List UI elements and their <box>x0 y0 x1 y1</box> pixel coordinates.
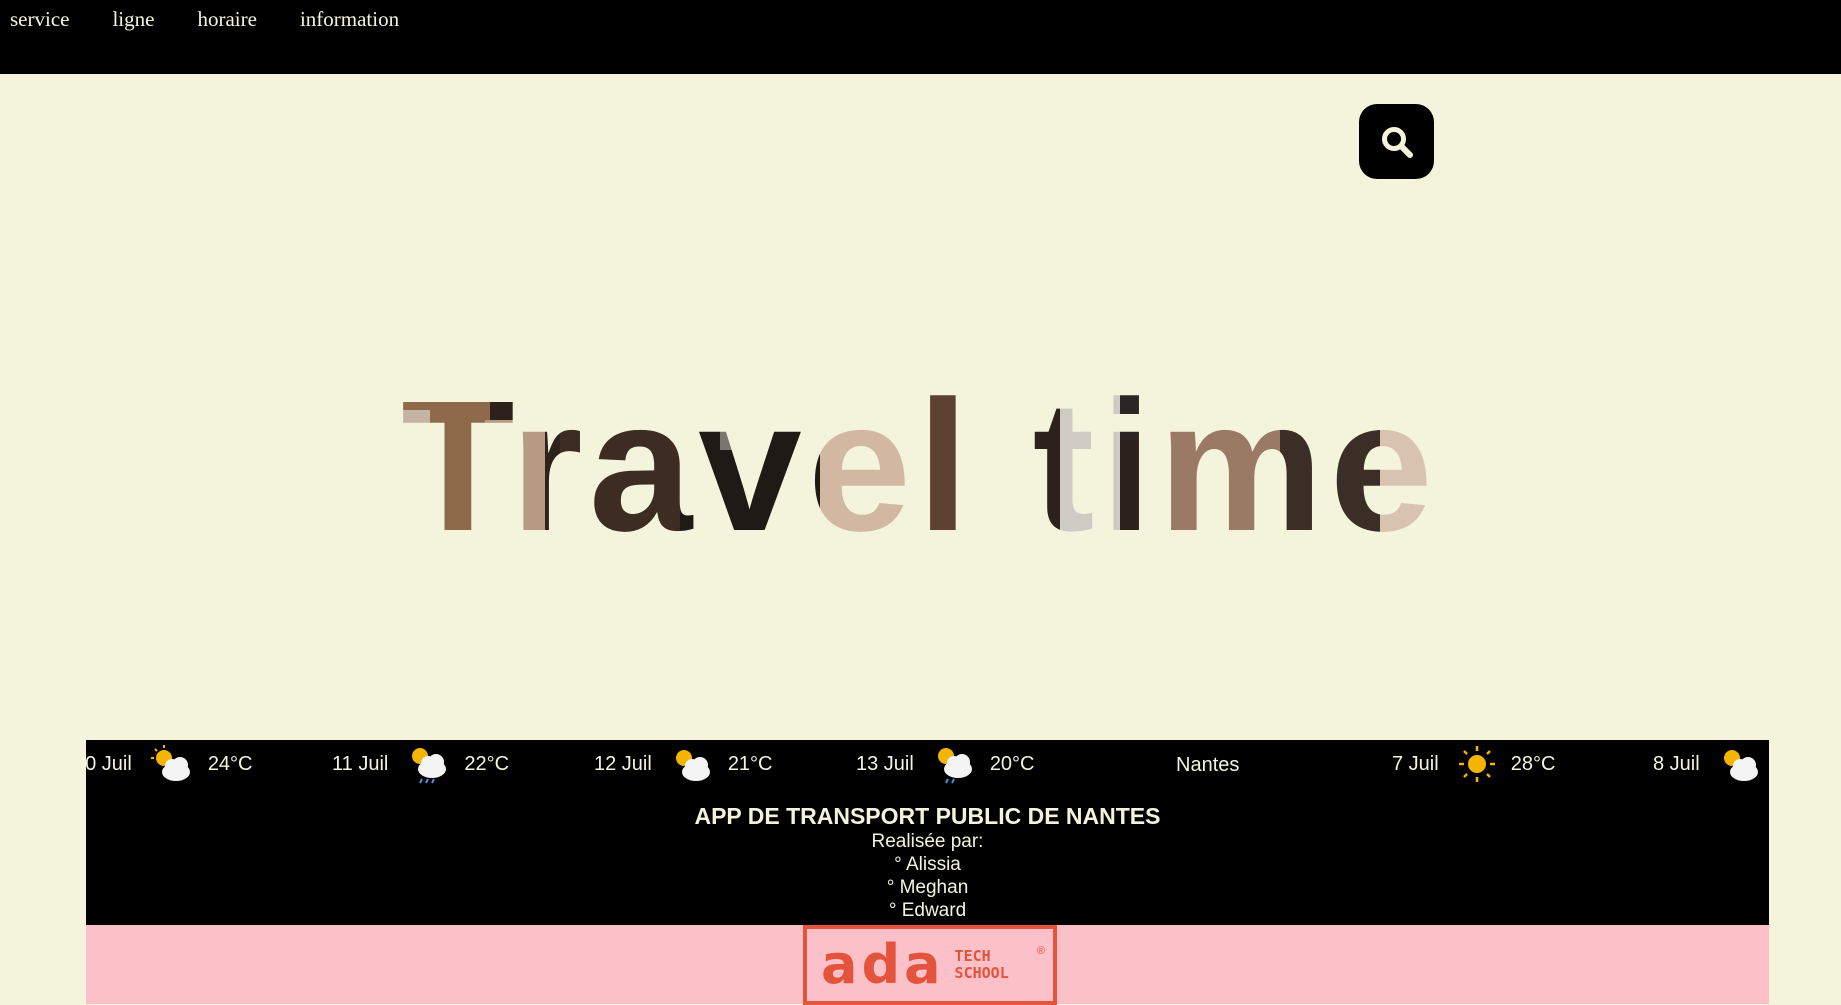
nav-menu: service ligne horaire information <box>0 0 1841 32</box>
weather-day: 12 Juil 21°C <box>594 740 773 788</box>
search-icon <box>1381 126 1413 158</box>
weather-day: 13 Juil 20°C <box>856 740 1035 788</box>
credits: APP DE TRANSPORT PUBLIC DE NANTES Realis… <box>86 802 1769 922</box>
nav-item-service[interactable]: service <box>10 7 69 32</box>
partly-cloudy-icon <box>1723 750 1758 781</box>
nav-item-horaire[interactable]: horaire <box>197 7 256 32</box>
top-navigation: service ligne horaire information <box>0 0 1841 74</box>
nav-item-ligne[interactable]: ligne <box>112 7 154 32</box>
ada-tech-school-logo[interactable]: ada TECH SCHOOL ® <box>803 925 1057 1005</box>
credits-title: APP DE TRANSPORT PUBLIC DE NANTES <box>694 803 1161 829</box>
weather-date: 12 Juil <box>594 752 652 775</box>
weather-temp: 24°C <box>207 752 253 775</box>
credits-subtitle: Realisée par: <box>871 831 984 852</box>
weather-date: 8 Juil <box>1653 752 1700 775</box>
logo-sub-school: SCHOOL <box>954 964 1009 982</box>
rain-cloud-sun-icon <box>937 748 972 784</box>
logo-subtitle: TECH SCHOOL <box>955 948 1009 982</box>
rain-cloud-sun-icon <box>412 748 447 784</box>
hero-title-graphic: Travel time <box>401 363 1439 540</box>
credits-author: ° Edward <box>888 900 967 921</box>
weather-ticker: 10 Juil 24°C 11 Juil 22°C <box>86 740 1769 925</box>
weather-date: 13 Juil <box>856 752 914 775</box>
weather-temp: 21°C <box>727 752 773 775</box>
logo-sub-tech: TECH <box>954 947 991 965</box>
weather-date: 10 Juil <box>86 752 132 775</box>
credits-author: ° Alissia <box>894 854 961 875</box>
partly-cloudy-icon <box>150 745 190 781</box>
weather-ticker-track: 10 Juil 24°C 11 Juil 22°C <box>86 740 1769 788</box>
partly-cloudy-icon <box>675 750 710 781</box>
weather-day: 11 Juil 22°C <box>332 740 509 788</box>
weather-temp: 22°C <box>464 752 510 775</box>
hero-title: Travel time <box>401 363 1439 540</box>
credits-author: ° Meghan <box>886 877 969 898</box>
weather-day: 8 Juil <box>1653 740 1769 788</box>
weather-date: 7 Juil <box>1392 752 1439 775</box>
search-button[interactable] <box>1359 104 1434 179</box>
weather-temp: 28°C <box>1510 752 1556 775</box>
weather-city: Nantes <box>1176 754 1240 776</box>
registered-mark: ® <box>1036 945 1045 957</box>
footer: 10 Juil 24°C 11 Juil 22°C <box>86 740 1769 1005</box>
logo-word: ada <box>821 933 945 996</box>
weather-date: 11 Juil <box>332 752 389 775</box>
nav-item-information[interactable]: information <box>300 7 399 32</box>
weather-day: 10 Juil 24°C <box>86 740 253 788</box>
logo-band: ada TECH SCHOOL ® <box>86 925 1769 1005</box>
sun-icon <box>1458 746 1495 782</box>
weather-day: 7 Juil 28°C <box>1392 740 1555 788</box>
weather-temp: 20°C <box>989 752 1035 775</box>
